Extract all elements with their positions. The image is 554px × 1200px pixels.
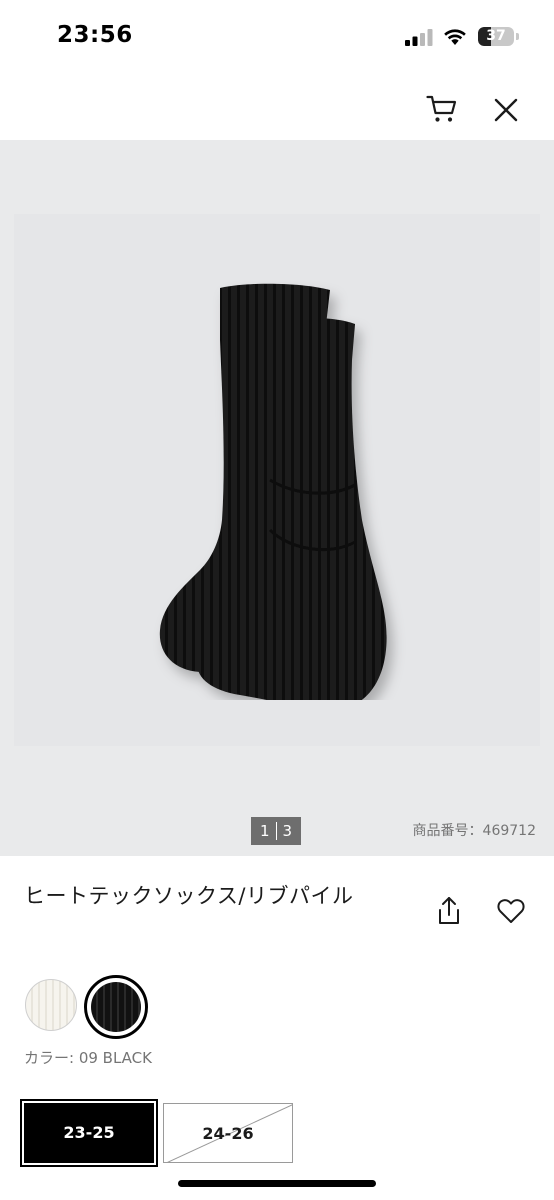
product-name: ヒートテックソックス/リブパイル [24,884,354,908]
status-bar: 23:56 37 [0,0,554,72]
selected-color-label: カラー: 09 BLACK [24,1049,152,1067]
gallery-pager: 1 3 [251,817,302,845]
pager-current: 1 [260,822,270,840]
pager-separator [275,822,277,840]
size-label: 24-26 [202,1124,254,1143]
battery-icon: 37 [478,27,514,46]
home-indicator [178,1180,376,1187]
size-option-23-25[interactable]: 23-25 [20,1099,158,1167]
heart-icon[interactable] [497,898,525,924]
cart-icon[interactable] [426,94,458,124]
battery-level: 37 [486,28,506,44]
color-swatch-black[interactable] [91,982,141,1032]
share-icon[interactable] [436,896,462,926]
signal-icon [405,29,433,46]
color-swatch-white[interactable] [25,979,77,1031]
header [0,72,554,140]
product-number: 商品番号：469712 [412,823,536,839]
product-image-gallery[interactable]: 1 3 商品番号：469712 [0,140,554,856]
close-icon[interactable] [492,96,520,124]
status-time: 23:56 [57,22,133,48]
product-image-socks [159,283,387,700]
wifi-icon [444,29,466,45]
size-option-24-26[interactable]: 24-26 [163,1103,293,1163]
size-label: 23-25 [63,1123,115,1142]
pager-total: 3 [282,822,293,840]
battery-tip [516,33,519,40]
